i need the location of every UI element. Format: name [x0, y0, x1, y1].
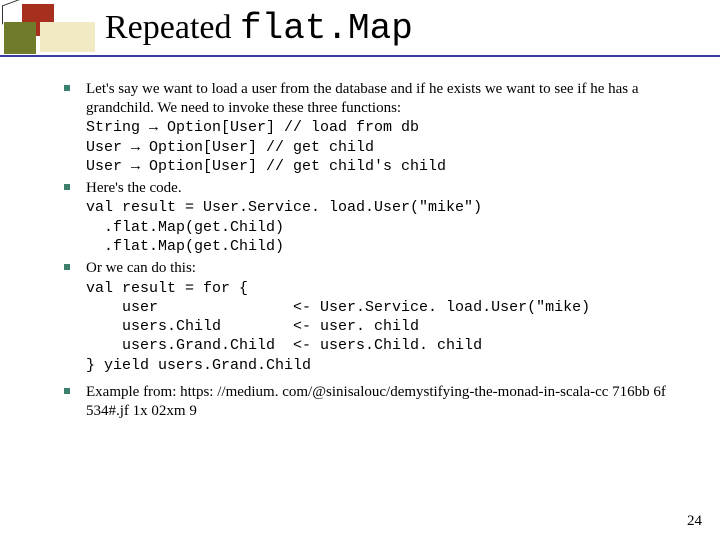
title-underline — [0, 55, 720, 57]
list-item: Example from: https: //medium. com/@sini… — [64, 383, 704, 421]
code-block: val result = for { user <- User.Service.… — [86, 280, 590, 374]
slide-logo — [0, 0, 95, 60]
bullet-lead-text: Let's say we want to load a user from th… — [86, 81, 639, 116]
bullet-icon — [64, 383, 86, 394]
title-word-2: flat.Map — [240, 8, 413, 49]
page-number: 24 — [687, 513, 702, 530]
bullet-icon — [64, 179, 86, 190]
list-item: Let's say we want to load a user from th… — [64, 80, 704, 176]
list-item: Here's the code. val result = User.Servi… — [64, 179, 704, 256]
title-word-1: Repeated — [105, 9, 240, 46]
slide-body: Let's say we want to load a user from th… — [64, 80, 704, 424]
code-block: val result = User.Service. load.User("mi… — [86, 199, 482, 255]
bullet-icon — [64, 80, 86, 91]
slide-title: Repeated flat.Map — [105, 8, 413, 49]
bullet-icon — [64, 259, 86, 270]
bullet-lead-text: Here's the code. — [86, 180, 182, 196]
code-block: String → Option[User] // load from db Us… — [86, 119, 446, 175]
list-item: Or we can do this: val result = for { us… — [64, 259, 704, 375]
bullet-lead-text: Example from: https: //medium. com/@sini… — [86, 384, 666, 419]
bullet-lead-text: Or we can do this: — [86, 260, 196, 276]
